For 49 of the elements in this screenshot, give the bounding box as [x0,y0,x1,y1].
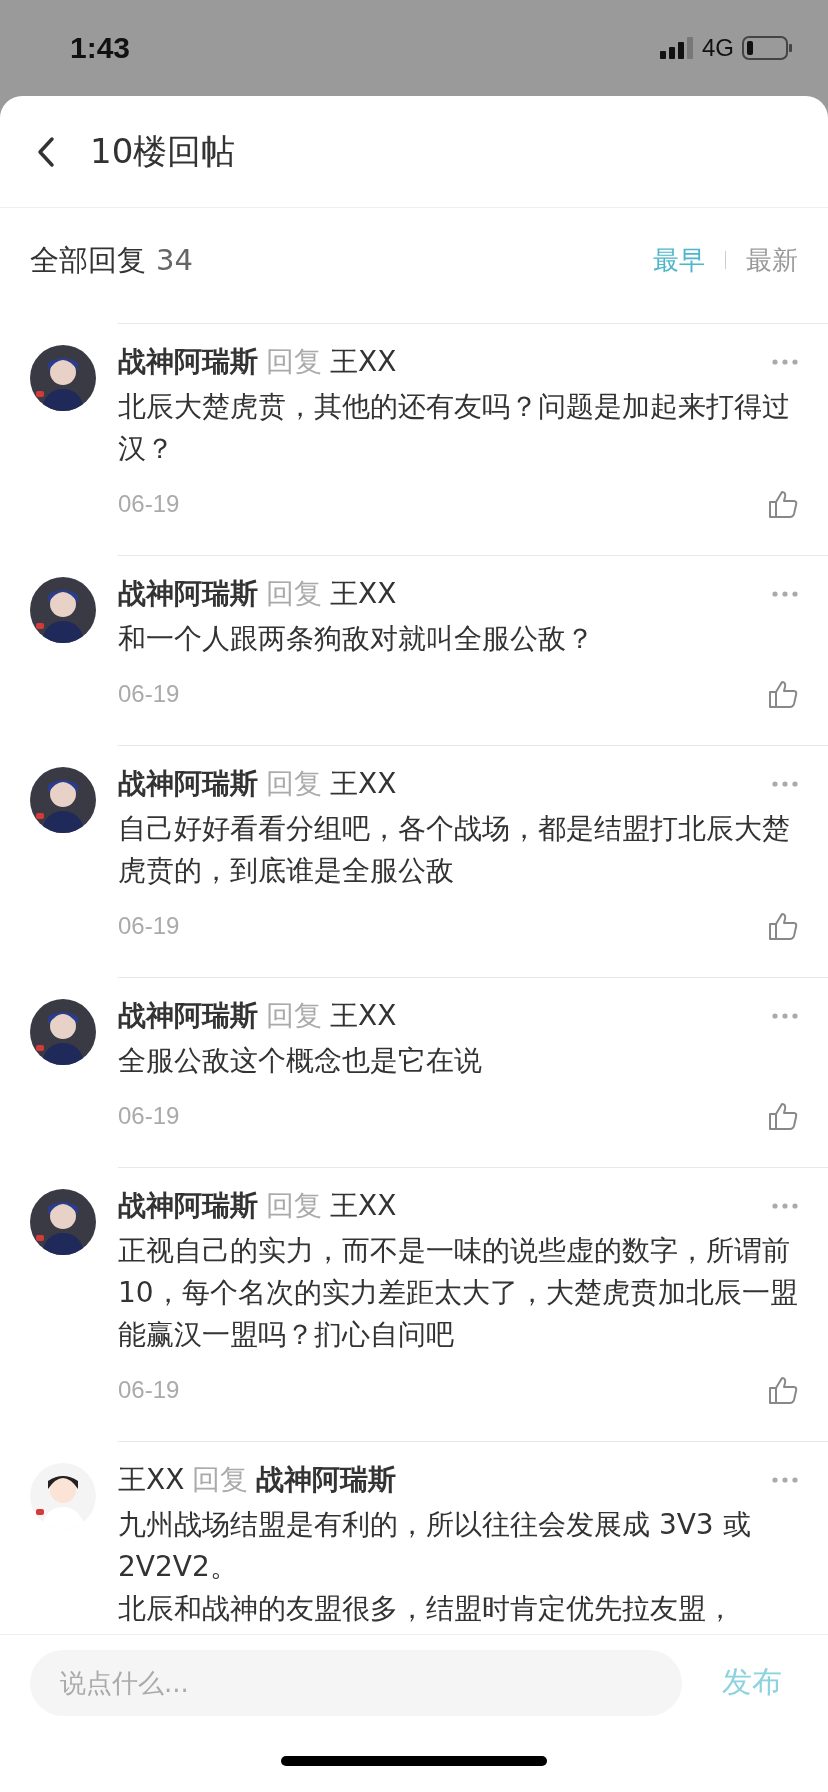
more-icon[interactable] [772,359,798,365]
comment-input[interactable]: 说点什么... [30,1649,682,1716]
author-name[interactable]: 战神阿瑞斯 [118,575,258,613]
signal-icon [660,37,694,59]
author-name[interactable]: 战神阿瑞斯 [118,765,258,803]
reply-target-name[interactable]: 战神阿瑞斯 [256,1461,397,1499]
battery-icon [742,36,792,60]
like-icon[interactable] [768,1375,798,1405]
reply-target-name[interactable]: 王XX [330,765,397,803]
like-icon[interactable] [768,489,798,519]
comment-text: 正视自己的实力，而不是一味的说些虚的数字，所谓前10，每个名次的实力差距太大了，大楚虎贲加北辰一盟能赢汉一盟吗？扪心自问吧 [118,1233,798,1353]
replies-label: 全部回复 [30,242,146,279]
comment-date: 06-19 [118,1102,180,1130]
comment-date: 06-19 [118,680,180,708]
comment-date: 06-19 [118,490,180,518]
comment-text: 九州战场结盟是有利的，所以往往会发展成 3V3 或 2V2V2。 [118,1507,752,1585]
reply-label: 回复 [266,576,322,612]
reply-label: 回复 [266,766,322,802]
more-icon[interactable] [772,781,798,787]
more-icon[interactable] [772,1013,798,1019]
reply-label: 回复 [192,1462,249,1498]
replies-count: 34 [156,242,193,279]
author-name[interactable]: 战神阿瑞斯 [118,1187,258,1225]
reply-target-name[interactable]: 王XX [330,343,397,381]
like-icon[interactable] [768,1101,798,1131]
comment-text: 北辰和战神的友盟很多，结盟时肯定优先拉友盟， [118,1591,735,1627]
like-icon[interactable] [768,911,798,941]
network-label: 4G [702,34,734,62]
reply-target-name[interactable]: 王XX [330,575,397,613]
author-name[interactable]: 王XX [118,1461,185,1499]
author-name[interactable]: 战神阿瑞斯 [118,343,258,381]
comment-text: 和一个人跟两条狗敌对就叫全服公敌？ [118,621,595,657]
more-icon[interactable] [772,1477,798,1483]
reply-label: 回复 [266,998,322,1034]
comment-text: 北辰大楚虎贲，其他的还有友吗？问题是加起来打得过汉？ [118,389,791,467]
author-name[interactable]: 战神阿瑞斯 [118,997,258,1035]
like-icon[interactable] [768,679,798,709]
comment-date: 06-19 [118,1376,180,1404]
comment-text: 全服公敌这个概念也是它在说 [118,1043,483,1079]
reply-target-name[interactable]: 王XX [330,997,397,1035]
page-title: 10楼回帖 [90,129,236,173]
comment-date: 06-19 [118,912,180,940]
reply-label: 回复 [266,344,322,380]
comment-text: 自己好好看看分组吧，各个战场，都是结盟打北辰大楚虎贲的，到底谁是全服公敌 [118,811,791,889]
more-icon[interactable] [772,1203,798,1209]
reply-target-name[interactable]: 王XX [330,1187,397,1225]
reply-label: 回复 [266,1188,322,1224]
status-time: 1:43 [70,31,131,65]
more-icon[interactable] [772,591,798,597]
